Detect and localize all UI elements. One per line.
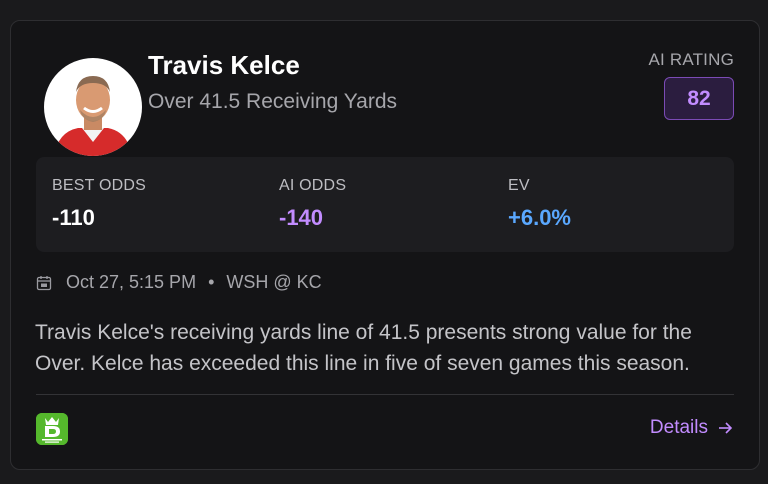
ev-label: EV: [508, 177, 530, 194]
ai-rating-badge: 82: [664, 77, 734, 120]
prop-card: Travis Kelce Over 41.5 Receiving Yards A…: [10, 20, 760, 470]
prop-description: Over 41.5 Receiving Yards: [148, 90, 398, 113]
ai-odds-value: -140: [279, 205, 324, 230]
game-matchup: WSH @ KC: [226, 272, 322, 292]
player-headshot-icon: [44, 58, 142, 156]
player-name: Travis Kelce: [148, 50, 300, 80]
game-info: Oct 27, 5:15 PM • WSH @ KC: [36, 272, 322, 293]
odds-panel: BEST ODDS -110 AI ODDS -140 EV +6.0%: [36, 157, 734, 252]
best-odds-label: BEST ODDS: [52, 177, 146, 194]
ai-odds-column: AI ODDS -140: [279, 177, 346, 231]
arrow-right-icon: [719, 422, 733, 434]
ai-rating-label: AI RATING: [648, 50, 734, 69]
draftkings-logo-icon: [36, 413, 68, 445]
best-odds-column: BEST ODDS -110: [52, 177, 146, 231]
ev-column: EV +6.0%: [508, 177, 571, 231]
footer-divider: [36, 394, 734, 395]
ev-value: +6.0%: [508, 205, 571, 230]
player-avatar: [44, 58, 142, 156]
meta-separator: •: [208, 272, 215, 292]
best-odds-value: -110: [52, 205, 95, 230]
game-datetime: Oct 27, 5:15 PM: [66, 272, 197, 292]
ai-odds-label: AI ODDS: [279, 177, 347, 194]
details-link[interactable]: Details: [650, 417, 733, 439]
draftkings-sportsbook-logo: [36, 413, 68, 445]
calendar-icon: [36, 275, 52, 290]
analysis-text: Travis Kelce's receiving yards line of 4…: [35, 321, 692, 375]
details-label: Details: [649, 417, 708, 438]
